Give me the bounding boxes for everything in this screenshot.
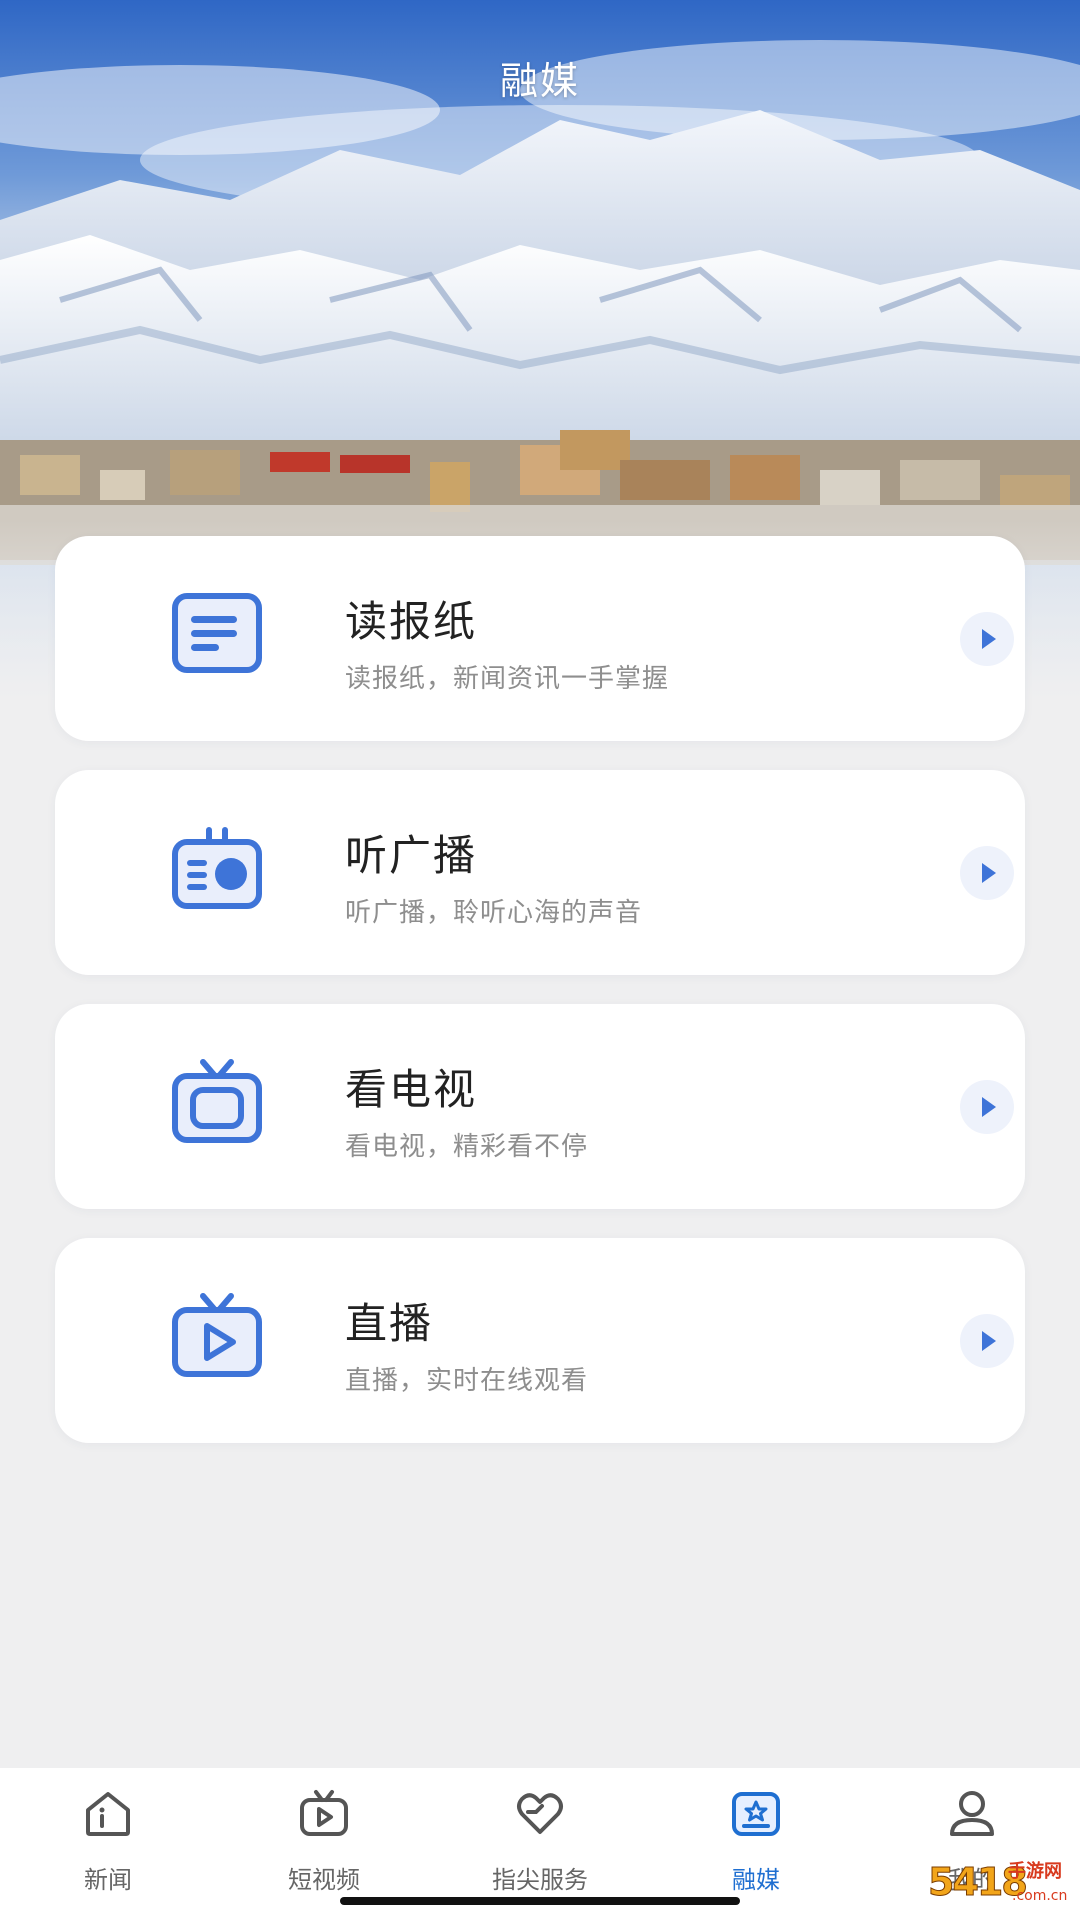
play-arrow-icon[interactable] bbox=[960, 1314, 1014, 1368]
profile-icon bbox=[946, 1788, 998, 1840]
heart-icon bbox=[514, 1788, 566, 1840]
tab-label: 短视频 bbox=[288, 1866, 360, 1894]
card-subtitle: 读报纸，新闻资讯一手掌握 bbox=[345, 664, 670, 694]
card-subtitle: 看电视，精彩看不停 bbox=[345, 1132, 589, 1162]
live-tv-icon bbox=[167, 1290, 267, 1390]
tab-label: 指尖服务 bbox=[492, 1866, 588, 1894]
card-title: 直播 bbox=[345, 1299, 434, 1348]
tab-news[interactable]: 新闻 bbox=[0, 1768, 216, 1920]
card-subtitle: 听广播，聆听心海的声音 bbox=[345, 898, 643, 928]
newspaper-icon bbox=[167, 588, 267, 688]
card-title: 听广播 bbox=[345, 831, 478, 880]
card-newspaper[interactable]: 读报纸 读报纸，新闻资讯一手掌握 bbox=[55, 536, 1025, 741]
site-watermark-logo: 5418 手游网 .com.cn bbox=[928, 1858, 1080, 1920]
radio-icon bbox=[167, 822, 267, 922]
page-title: 融媒 bbox=[499, 59, 580, 103]
watermark-text: 手游网 bbox=[1008, 1861, 1062, 1882]
card-radio[interactable]: 听广播 听广播，聆听心海的声音 bbox=[55, 770, 1025, 975]
media-icon bbox=[730, 1788, 782, 1840]
tab-label: 融媒 bbox=[732, 1866, 780, 1894]
video-icon bbox=[298, 1788, 350, 1840]
play-arrow-icon[interactable] bbox=[960, 846, 1014, 900]
card-title: 看电视 bbox=[345, 1065, 478, 1114]
home-icon bbox=[82, 1788, 134, 1840]
watermark-domain: .com.cn bbox=[1012, 1888, 1068, 1904]
play-arrow-icon[interactable] bbox=[960, 612, 1014, 666]
card-subtitle: 直播，实时在线观看 bbox=[345, 1366, 589, 1396]
home-indicator bbox=[340, 1897, 740, 1905]
tv-icon bbox=[167, 1056, 267, 1156]
play-arrow-icon[interactable] bbox=[960, 1080, 1014, 1134]
card-live[interactable]: 直播 直播，实时在线观看 bbox=[55, 1238, 1025, 1443]
card-tv[interactable]: 看电视 看电视，精彩看不停 bbox=[55, 1004, 1025, 1209]
card-title: 读报纸 bbox=[345, 597, 478, 646]
tab-label: 新闻 bbox=[84, 1866, 132, 1894]
